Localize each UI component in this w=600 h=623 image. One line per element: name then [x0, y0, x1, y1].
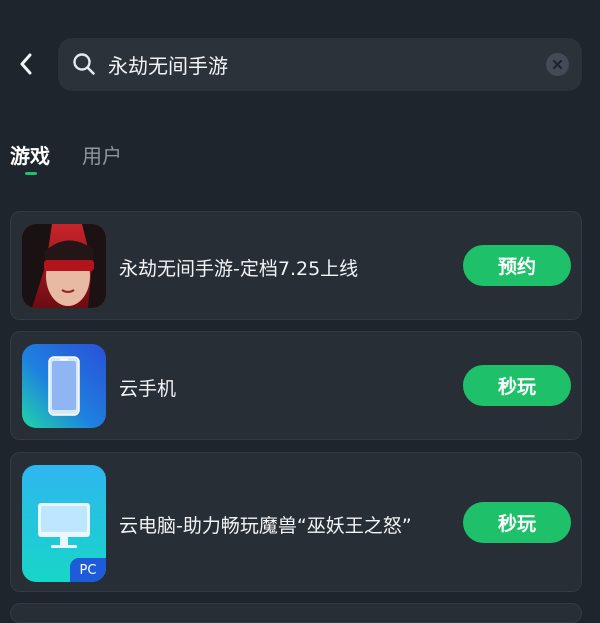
result-card-partial	[10, 603, 582, 623]
back-button[interactable]	[6, 44, 46, 84]
result-title: 云电脑-助力畅玩魔兽“巫妖王之怒”	[119, 515, 412, 537]
play-now-button[interactable]: 秒玩	[463, 365, 571, 406]
chevron-left-icon	[20, 53, 32, 75]
search-input[interactable]	[108, 38, 528, 91]
play-now-button[interactable]: 秒玩	[463, 502, 571, 543]
pc-monitor-icon: PC	[22, 465, 106, 582]
close-icon	[552, 59, 563, 70]
result-card[interactable]: 永劫无间手游-定档7.25上线 预约	[10, 211, 582, 320]
search-bar	[58, 38, 582, 91]
clear-search-button[interactable]	[546, 53, 569, 76]
reserve-button[interactable]: 预约	[463, 245, 571, 286]
result-card[interactable]: 云手机 秒玩	[10, 331, 582, 440]
tab-games[interactable]: 游戏	[10, 140, 50, 169]
game-character-icon	[22, 224, 106, 308]
result-card[interactable]: PC 云电脑-助力畅玩魔兽“巫妖王之怒” 秒玩	[10, 452, 582, 592]
tab-users[interactable]: 用户	[82, 140, 122, 169]
result-title: 永劫无间手游-定档7.25上线	[119, 258, 359, 280]
search-icon	[73, 53, 95, 75]
pc-badge: PC	[70, 558, 106, 582]
active-tab-indicator	[25, 172, 37, 175]
result-title: 云手机	[119, 378, 177, 400]
phone-icon	[22, 344, 106, 428]
